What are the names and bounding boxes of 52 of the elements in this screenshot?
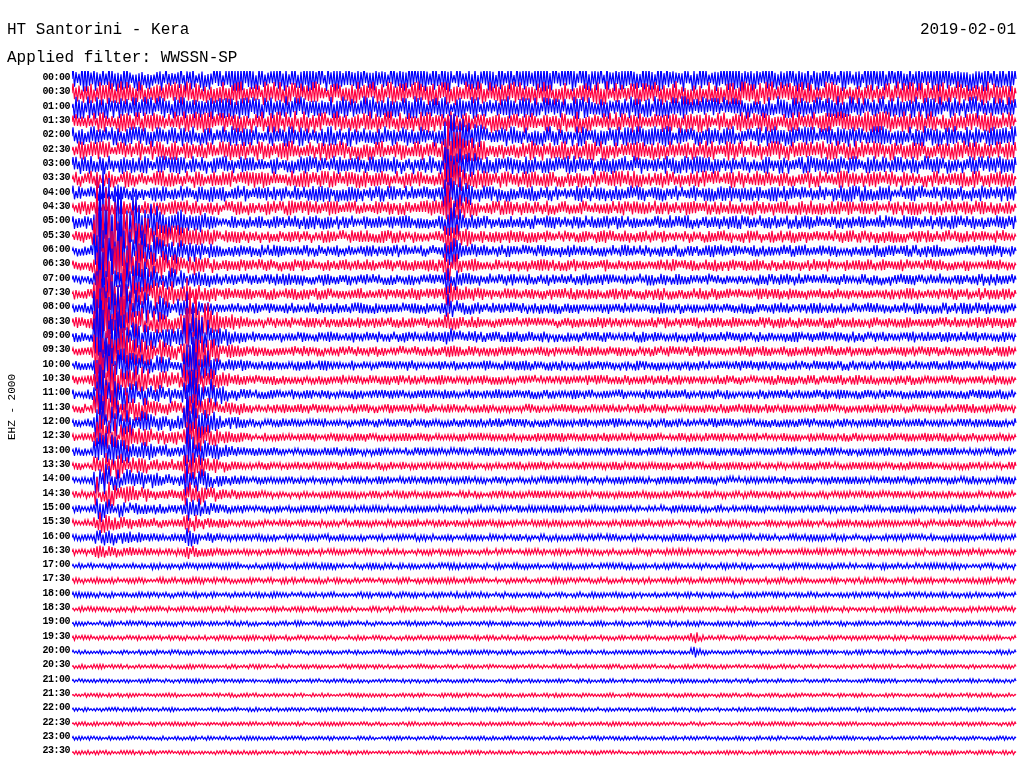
time-label: 08:00 — [42, 300, 70, 315]
time-label: 14:30 — [42, 486, 70, 501]
time-label: 03:00 — [42, 156, 70, 171]
time-label: 02:30 — [42, 142, 70, 157]
filter-label: Applied filter: WWSSN-SP — [7, 49, 238, 67]
time-label: 04:30 — [42, 199, 70, 214]
time-label: 23:30 — [42, 744, 70, 759]
time-label: 14:00 — [42, 472, 70, 487]
time-label: 21:30 — [42, 687, 70, 702]
time-label: 18:00 — [42, 586, 70, 601]
time-label: 11:00 — [42, 386, 70, 401]
time-label: 05:30 — [42, 228, 70, 243]
time-label: 13:30 — [42, 457, 70, 472]
time-label: 07:30 — [42, 285, 70, 300]
time-label: 15:30 — [42, 515, 70, 530]
time-label: 00:00 — [42, 71, 70, 85]
time-label: 12:00 — [42, 414, 70, 429]
time-label: 16:30 — [42, 543, 70, 558]
time-label: 09:30 — [42, 343, 70, 358]
time-label: 20:00 — [42, 644, 70, 659]
time-label: 11:30 — [42, 400, 70, 415]
time-label: 03:30 — [42, 171, 70, 186]
time-label: 10:00 — [42, 357, 70, 372]
time-label: 05:00 — [42, 214, 70, 229]
time-label: 18:30 — [42, 601, 70, 616]
time-label: 15:00 — [42, 500, 70, 515]
station-title: HT Santorini - Kera — [7, 20, 190, 41]
time-label: 16:00 — [42, 529, 70, 544]
time-label: 06:30 — [42, 257, 70, 272]
time-label: 08:30 — [42, 314, 70, 329]
time-label: 10:30 — [42, 371, 70, 386]
time-label: 21:00 — [42, 672, 70, 687]
time-label: 01:30 — [42, 114, 70, 128]
time-label: 00:30 — [42, 85, 70, 100]
time-label: 23:00 — [42, 730, 70, 745]
time-label: 04:00 — [42, 185, 70, 200]
channel-label: EHZ - 2000 — [6, 374, 18, 440]
time-label: 09:00 — [42, 328, 70, 343]
time-label: 13:00 — [42, 443, 70, 458]
time-label: 06:00 — [42, 242, 70, 257]
time-label: 07:00 — [42, 271, 70, 286]
time-label: 12:30 — [42, 429, 70, 444]
time-label: 17:30 — [42, 572, 70, 587]
time-label: 19:00 — [42, 615, 70, 630]
time-label: 22:00 — [42, 701, 70, 716]
date-label: 2019-02-01 — [920, 20, 1016, 41]
time-label: 19:30 — [42, 629, 70, 644]
time-label: 20:30 — [42, 658, 70, 673]
time-label: 22:30 — [42, 715, 70, 730]
time-label: 01:00 — [42, 99, 70, 114]
time-label: 17:00 — [42, 558, 70, 573]
time-label: 02:00 — [42, 128, 70, 143]
